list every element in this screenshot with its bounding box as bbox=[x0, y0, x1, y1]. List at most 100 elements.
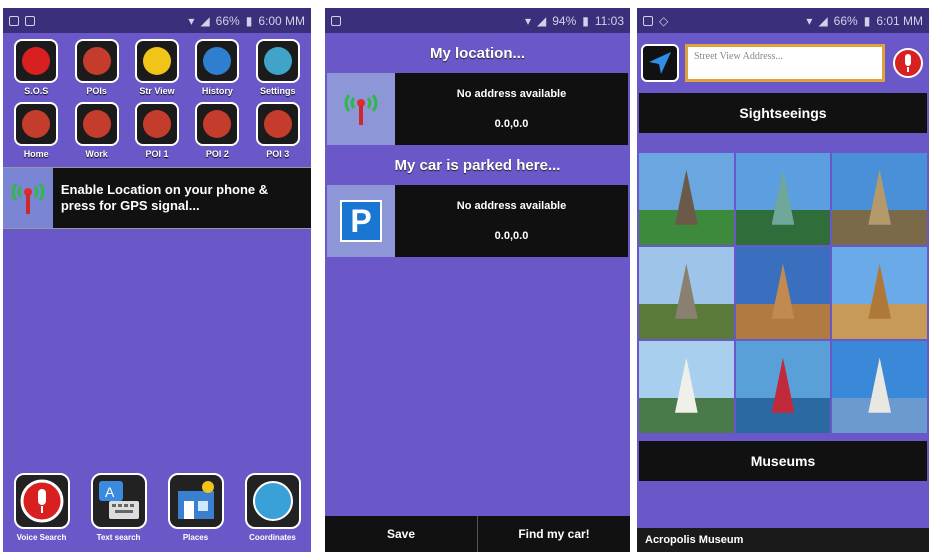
microphone-icon bbox=[893, 48, 923, 78]
battery-icon: ▮ bbox=[863, 13, 871, 28]
status-time: 6:01 MM bbox=[876, 13, 923, 28]
keyboard-icon: A bbox=[90, 473, 147, 529]
shortcut-tile[interactable]: S.O.S bbox=[7, 39, 65, 96]
shortcut-label: Settings bbox=[260, 86, 296, 96]
shortcut-tile[interactable]: POI 2 bbox=[188, 102, 246, 159]
battery-icon: ▮ bbox=[582, 13, 589, 28]
shortcut-label: POI 3 bbox=[266, 149, 290, 159]
main-menu-screen: ▾ ◢ 66% ▮ 6:00 MM S.O.S POIs Str View Histo… bbox=[3, 8, 311, 552]
coordinates-button[interactable]: Coordinates bbox=[244, 473, 301, 542]
shortcut-label: History bbox=[201, 86, 233, 96]
coordinates-label: Coordinates bbox=[249, 533, 296, 542]
poi-pin-icon bbox=[74, 39, 119, 83]
colosseum-photo[interactable] bbox=[735, 247, 831, 339]
status-time: 11:03 bbox=[594, 13, 624, 28]
sos-icon bbox=[14, 39, 59, 83]
poi1-pin-icon bbox=[134, 102, 179, 146]
christ-redeemer-photo[interactable] bbox=[832, 341, 927, 433]
my-location-row[interactable]: No address available 0.0,0.0 bbox=[327, 73, 628, 145]
navigation-arrow-button[interactable] bbox=[641, 44, 679, 82]
home-pin-icon bbox=[14, 102, 59, 146]
battery-percent: 66% bbox=[215, 13, 240, 28]
notification-icon bbox=[331, 15, 341, 26]
car-location-row[interactable]: P No address available 0.0,0.0 bbox=[327, 185, 628, 257]
venice-gondola-photo[interactable] bbox=[735, 341, 831, 433]
shortcut-label: POI 2 bbox=[205, 149, 229, 159]
shortcut-label: Str View bbox=[139, 86, 175, 96]
status-bar: ▾ ◢ 94% ▮ 11:03 bbox=[325, 8, 630, 33]
history-icon bbox=[195, 39, 240, 83]
big-ben-photo[interactable] bbox=[832, 153, 927, 245]
location-address: No address available bbox=[456, 88, 567, 100]
places-label: Places bbox=[182, 533, 209, 542]
shortcut-label: Work bbox=[85, 149, 108, 159]
settings-gears-icon bbox=[255, 39, 300, 83]
sdcard-icon bbox=[25, 15, 35, 26]
pyramid-photo[interactable] bbox=[832, 247, 927, 339]
voice-search-button[interactable]: Voice Search bbox=[13, 473, 70, 542]
shortcut-tile[interactable]: History bbox=[188, 39, 246, 96]
eiffel-tower-photo[interactable] bbox=[639, 153, 734, 245]
car-parked-header: My car is parked here... bbox=[394, 156, 561, 174]
signal-icon: ◢ bbox=[200, 13, 210, 28]
notification-icon bbox=[643, 15, 653, 26]
battery-icon: ▮ bbox=[245, 13, 253, 28]
shortcut-label: POI 1 bbox=[145, 149, 169, 159]
shortcut-tile[interactable]: POI 1 bbox=[128, 102, 186, 159]
text-search-label: Text search bbox=[96, 533, 141, 542]
gps-antenna-icon bbox=[3, 168, 53, 228]
shortcut-tile[interactable]: Work bbox=[67, 102, 125, 159]
sightseeings-gallery bbox=[639, 153, 927, 433]
car-coords: 0.0,0.0 bbox=[494, 230, 529, 242]
action-bar: Save Find my car! bbox=[325, 516, 630, 552]
shortcut-tile[interactable]: POIs bbox=[67, 39, 125, 96]
places-map-icon bbox=[167, 473, 224, 529]
status-time: 6:00 MM bbox=[258, 13, 305, 28]
museums-section-header: Museums bbox=[639, 441, 927, 481]
places-button[interactable]: Places bbox=[167, 473, 224, 542]
voice-search-label: Voice Search bbox=[16, 533, 67, 542]
text-search-button[interactable]: A Text search bbox=[90, 473, 147, 542]
signal-icon: ◢ bbox=[818, 13, 828, 28]
navigation-arrow-icon bbox=[649, 52, 671, 74]
notification-icon bbox=[9, 15, 19, 26]
enable-location-banner[interactable]: Enable Location on your phone & press fo… bbox=[3, 167, 311, 229]
enable-location-text: Enable Location on your phone & press fo… bbox=[60, 181, 269, 213]
shortcut-label: S.O.S bbox=[24, 86, 49, 96]
my-location-header: My location... bbox=[429, 44, 525, 62]
shortcut-tile[interactable]: Home bbox=[7, 102, 65, 159]
museum-list-item[interactable]: Acropolis Museum bbox=[637, 528, 929, 552]
street-view-address-input[interactable]: Street View Address... bbox=[685, 44, 885, 82]
shortcut-tile[interactable]: Str View bbox=[128, 39, 186, 96]
location-coords: 0.0,0.0 bbox=[494, 118, 529, 130]
shortcut-label: Home bbox=[23, 149, 49, 159]
save-button[interactable]: Save bbox=[325, 516, 477, 552]
wifi-icon: ▾ bbox=[806, 13, 813, 28]
my-location-screen: ▾ ◢ 94% ▮ 11:03 My location... No addres… bbox=[325, 8, 630, 552]
statue-of-liberty-photo[interactable] bbox=[735, 153, 831, 245]
shortcut-grid-row-1: S.O.S POIs Str View History Settings bbox=[3, 33, 311, 96]
location-status-icon: ◇ bbox=[659, 13, 669, 28]
parking-icon: P bbox=[340, 200, 382, 242]
gps-antenna-icon bbox=[327, 73, 395, 145]
signal-icon: ◢ bbox=[536, 13, 547, 28]
poi3-pin-icon bbox=[255, 102, 300, 146]
car-address: No address available bbox=[456, 200, 567, 212]
taj-mahal-photo[interactable] bbox=[639, 341, 734, 433]
shortcut-tile[interactable]: Settings bbox=[249, 39, 307, 96]
compass-icon bbox=[244, 473, 301, 529]
shortcut-tile[interactable]: POI 3 bbox=[249, 102, 307, 159]
svg-text:A: A bbox=[105, 484, 115, 500]
battery-percent: 94% bbox=[552, 13, 577, 28]
poi2-pin-icon bbox=[195, 102, 240, 146]
bottom-actions: Voice Search A Text search Places Coordi… bbox=[3, 473, 311, 542]
status-bar: ▾ ◢ 66% ▮ 6:00 MM bbox=[3, 8, 311, 33]
sightseeings-section-header: Sightseeings bbox=[639, 93, 927, 133]
shortcut-label: POIs bbox=[86, 86, 107, 96]
voice-input-button[interactable] bbox=[891, 44, 925, 82]
street-view-screen: ◇ ▾ ◢ 66% ▮ 6:01 MM Street View Address.… bbox=[637, 8, 929, 552]
find-my-car-button[interactable]: Find my car! bbox=[477, 516, 630, 552]
address-bar: Street View Address... bbox=[637, 33, 929, 93]
work-pin-icon bbox=[74, 102, 119, 146]
chichen-itza-photo[interactable] bbox=[639, 247, 734, 339]
